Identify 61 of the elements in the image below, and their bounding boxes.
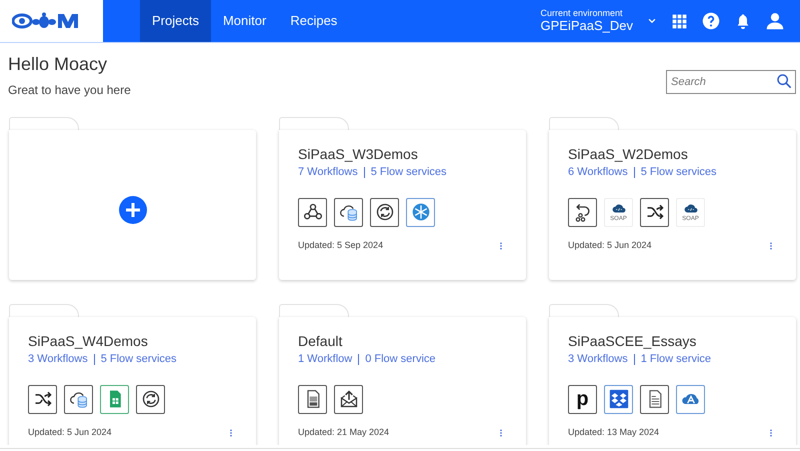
connector-tile[interactable] <box>100 384 129 414</box>
nav-tab[interactable]: Recipes <box>278 0 350 42</box>
connector-tile[interactable] <box>298 198 327 227</box>
sync-icon <box>374 202 394 222</box>
project-card[interactable]: Default 1 Workflow 0 Flow service Updated: 21 May 2024 <box>279 316 526 445</box>
dropbox-icon <box>608 389 628 410</box>
add-icon[interactable] <box>118 196 146 224</box>
flow-services-link[interactable]: 5 Flow services <box>640 164 716 181</box>
app-grid-icon[interactable] <box>672 14 687 28</box>
project-name[interactable]: SiPaaS_W4Demos <box>28 332 237 350</box>
page-title: Hello Moacy <box>8 54 108 76</box>
updated-date: Updated: 21 May 2024 <box>298 426 390 440</box>
help-icon[interactable] <box>702 12 720 30</box>
connector-tile[interactable] <box>370 198 399 227</box>
user-icon[interactable] <box>766 12 784 30</box>
flow-services-link[interactable]: 0 Flow service <box>365 351 436 368</box>
workflows-link[interactable]: 6 Workflows <box>568 164 628 181</box>
workflows-link[interactable]: 1 Workflow <box>298 351 352 368</box>
connector-tile[interactable] <box>298 384 327 414</box>
connector-tile[interactable] <box>334 384 363 414</box>
connector-tile[interactable] <box>334 198 363 227</box>
environment-caption: Current environment <box>540 8 624 19</box>
bell-icon[interactable] <box>735 13 751 29</box>
workflows-link[interactable]: 7 Workflows <box>298 164 358 181</box>
search-field[interactable]: Search <box>666 70 796 94</box>
environment-name[interactable]: GPEiPaaS_Dev <box>540 18 633 34</box>
project-card[interactable]: SiPaaS_W4Demos 3 Workflows 5 Flow services Updated: 5 Jun 2024 <box>9 316 256 445</box>
connector-tile[interactable] <box>406 198 435 227</box>
sync-icon <box>140 389 160 410</box>
connector-logo[interactable]: p <box>568 384 597 414</box>
workflows-link[interactable]: 3 Workflows <box>568 351 628 368</box>
updated-date: Updated: 13 May 2024 <box>568 426 660 440</box>
flow-services-link[interactable]: 1 Flow service <box>640 351 711 368</box>
updated-date: Updated: 5 Sep 2024 <box>298 239 384 252</box>
connector-tile[interactable] <box>136 384 165 414</box>
project-name[interactable]: SiPaaS_W2Demos <box>568 146 777 162</box>
nav-tab[interactable]: Projects <box>140 0 211 42</box>
mail-upload-icon <box>338 389 358 410</box>
project-name[interactable]: Default <box>298 332 507 350</box>
updated-date: Updated: 5 Jun 2024 <box>28 426 112 440</box>
connector-tile[interactable] <box>64 384 93 414</box>
snowflake-icon <box>410 202 430 222</box>
updated-date: Updated: 5 Jun 2024 <box>568 239 652 252</box>
webhook-icon <box>302 202 322 222</box>
workflows-link[interactable]: 3 Workflows <box>28 351 88 368</box>
search-icon[interactable] <box>776 73 792 89</box>
chevron-down-icon[interactable] <box>647 16 657 26</box>
project-name[interactable]: SiPaaSCEE_Essays <box>568 332 777 350</box>
connector-tile[interactable] <box>640 198 669 227</box>
project-name[interactable]: SiPaaS_W3Demos <box>298 146 507 162</box>
connector-tile[interactable] <box>676 384 705 414</box>
connector-tile[interactable] <box>604 384 633 414</box>
page-subtitle: Great to have you here <box>8 82 131 99</box>
project-card[interactable]: SiPaaS_W3Demos 7 Workflows 5 Flow services Updated: 5 Sep 2024 <box>279 130 526 280</box>
nav-tab[interactable]: Monitor <box>210 0 278 42</box>
connector-tile[interactable] <box>28 384 57 414</box>
connector-tile[interactable] <box>640 384 669 414</box>
project-card[interactable]: SiPaaSCEE_Essays 3 Workflows 1 Flow service p Updated: 13 May 2024 <box>549 316 796 445</box>
flow-services-link[interactable]: 5 Flow services <box>370 164 446 181</box>
flow-services-link[interactable]: 5 Flow services <box>100 351 176 368</box>
connector-tile[interactable] <box>568 198 597 227</box>
